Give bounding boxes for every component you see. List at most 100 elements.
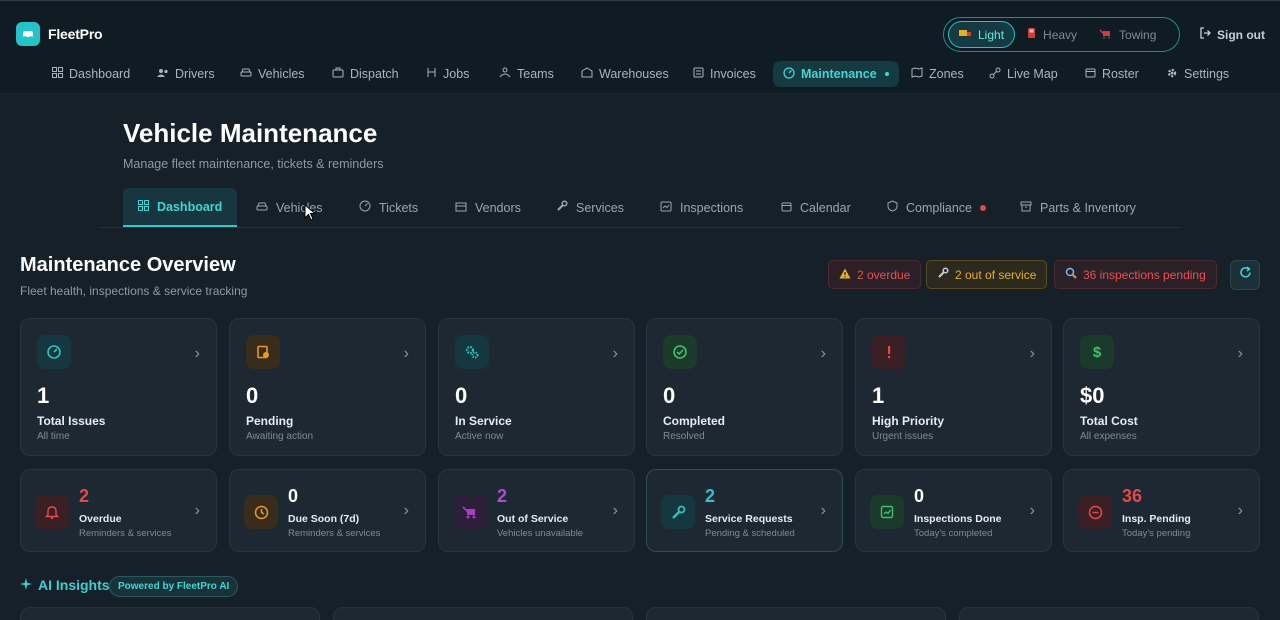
nav-item-invoices[interactable]: Invoices	[693, 61, 756, 87]
mouse-cursor-icon	[304, 203, 317, 227]
mini-card-out-of-service[interactable]: 2 Out of Service Vehicles unavailable ›	[438, 469, 635, 552]
tab-vendors[interactable]: Vendors	[455, 188, 521, 227]
mini-subtext: Today's pending	[1122, 528, 1191, 539]
vendor-icon	[455, 201, 467, 215]
nav-item-vehicles[interactable]: Vehicles	[240, 61, 305, 87]
refresh-button[interactable]	[1230, 260, 1260, 290]
mini-label: Due Soon (7d)	[288, 513, 360, 525]
mini-card-overdue[interactable]: 2 Overdue Reminders & services ›	[20, 469, 217, 552]
nav-item-settings[interactable]: Settings	[1166, 61, 1229, 87]
nav-label: Jobs	[443, 67, 470, 81]
nav-label: Vehicles	[258, 67, 305, 81]
ai-insight-card[interactable]	[20, 607, 320, 620]
users-icon	[157, 67, 169, 81]
mini-card-due-soon[interactable]: 0 Due Soon (7d) Reminders & services ›	[229, 469, 426, 552]
nav-item-maintenance[interactable]: Maintenance	[773, 61, 899, 87]
ai-insight-card[interactable]	[959, 607, 1259, 620]
maintenance-tabs: Dashboard Vehicles Tickets Vendors Servi…	[100, 186, 1180, 228]
inspections-pending-alert-badge[interactable]: 36 inspections pending	[1054, 260, 1217, 289]
stat-value: 1	[37, 383, 50, 408]
mini-value: 0	[914, 486, 925, 506]
tab-label: Inspections	[680, 200, 744, 215]
truck-icon	[959, 28, 972, 42]
nav-item-roster[interactable]: Roster	[1085, 61, 1139, 87]
chevron-right-icon: ›	[1237, 345, 1243, 362]
mode-label: Heavy	[1043, 27, 1078, 42]
tab-services[interactable]: Services	[556, 188, 624, 227]
tab-tickets[interactable]: Tickets	[359, 188, 418, 227]
nav-item-warehouses[interactable]: Warehouses	[581, 61, 669, 87]
chevron-right-icon: ›	[194, 345, 200, 362]
tab-compliance[interactable]: Compliance	[887, 188, 987, 227]
mini-label: Out of Service	[497, 513, 569, 525]
stat-value: 0	[455, 383, 468, 408]
brand[interactable]: FleetPro	[16, 22, 103, 46]
mode-towing-button[interactable]: Towing	[1089, 21, 1166, 48]
tab-label: Compliance	[906, 200, 973, 215]
stat-card-in-service[interactable]: › 0 In Service Active now	[438, 318, 635, 456]
clipboard-icon	[660, 201, 672, 215]
nav-label: Settings	[1184, 67, 1230, 81]
sign-out-button[interactable]: Sign out	[1199, 27, 1265, 42]
jobs-icon	[426, 67, 437, 81]
alert-label: 36 inspections pending	[1083, 267, 1206, 282]
map-icon	[911, 67, 923, 81]
nav-item-drivers[interactable]: Drivers	[157, 61, 215, 87]
out-of-service-alert-badge[interactable]: 2 out of service	[926, 260, 1048, 289]
stat-label: Total Cost	[1080, 414, 1138, 428]
tab-parts-inventory[interactable]: Parts & Inventory	[1020, 188, 1136, 227]
dollar-icon: $	[1080, 335, 1114, 369]
stat-card-completed[interactable]: › 0 Completed Resolved	[646, 318, 843, 456]
mini-value: 0	[288, 486, 299, 506]
main-nav: Dashboard Drivers Vehicles Dispatch Jobs…	[0, 54, 1280, 94]
tow-truck-icon	[453, 495, 487, 529]
mini-card-inspections-done[interactable]: 0 Inspections Done Today's completed ›	[855, 469, 1052, 552]
mode-heavy-button[interactable]: Heavy	[1017, 21, 1087, 48]
overview-title: Maintenance Overview	[20, 254, 236, 276]
mini-card-insp-pending[interactable]: 36 Insp. Pending Today's pending ›	[1063, 469, 1260, 552]
mini-label: Overdue	[79, 513, 122, 525]
nav-item-live-map[interactable]: Live Map	[989, 61, 1058, 87]
ai-insight-card[interactable]	[646, 607, 946, 620]
car-icon	[240, 67, 252, 81]
chevron-right-icon: ›	[403, 345, 409, 362]
nav-item-jobs[interactable]: Jobs	[426, 61, 469, 87]
stat-subtext: All time	[37, 431, 70, 442]
tab-label: Calendar	[800, 200, 851, 215]
tab-label: Dashboard	[157, 199, 223, 214]
mini-card-service-requests[interactable]: 2 Service Requests Pending & scheduled ›	[646, 469, 843, 552]
chevron-right-icon: ›	[194, 502, 200, 519]
box-icon	[1020, 201, 1032, 215]
stat-card-high-priority[interactable]: › 1 High Priority Urgent issues	[855, 318, 1052, 456]
magnifier-icon	[1065, 267, 1077, 282]
calendar-icon	[781, 201, 792, 215]
mini-value: 2	[79, 486, 90, 506]
overdue-alert-badge[interactable]: 2 overdue	[828, 260, 922, 289]
nav-label: Dashboard	[69, 67, 131, 81]
gauge-icon	[37, 335, 71, 369]
chevron-right-icon: ›	[820, 345, 826, 362]
nav-label: Teams	[517, 67, 554, 81]
mini-subtext: Pending & scheduled	[705, 528, 795, 539]
stat-card-pending[interactable]: › 0 Pending Awaiting action	[229, 318, 426, 456]
mini-value: 36	[1122, 486, 1143, 506]
mode-light-button[interactable]: Light	[948, 21, 1016, 48]
tab-dashboard[interactable]: Dashboard	[123, 188, 238, 227]
ai-insight-card[interactable]	[333, 607, 633, 620]
stat-subtext: All expenses	[1080, 431, 1137, 442]
tab-inspections[interactable]: Inspections	[660, 188, 743, 227]
nav-item-dashboard[interactable]: Dashboard	[52, 61, 130, 87]
ai-title: AI Insights	[38, 577, 110, 593]
nav-item-zones[interactable]: Zones	[911, 61, 964, 87]
stat-card-total-cost[interactable]: $ › $0 Total Cost All expenses	[1063, 318, 1260, 456]
minus-circle-icon	[1078, 495, 1112, 529]
stat-card-total-issues[interactable]: › 1 Total Issues All time	[20, 318, 217, 456]
vehicle-mode-switcher: Light Heavy Towing	[943, 17, 1180, 52]
tab-calendar[interactable]: Calendar	[781, 188, 851, 227]
wrench-icon	[937, 267, 949, 282]
team-icon	[499, 67, 511, 81]
checklist-icon	[870, 495, 904, 529]
nav-item-teams[interactable]: Teams	[499, 61, 554, 87]
nav-item-dispatch[interactable]: Dispatch	[332, 61, 399, 87]
nav-label: Dispatch	[350, 67, 399, 81]
